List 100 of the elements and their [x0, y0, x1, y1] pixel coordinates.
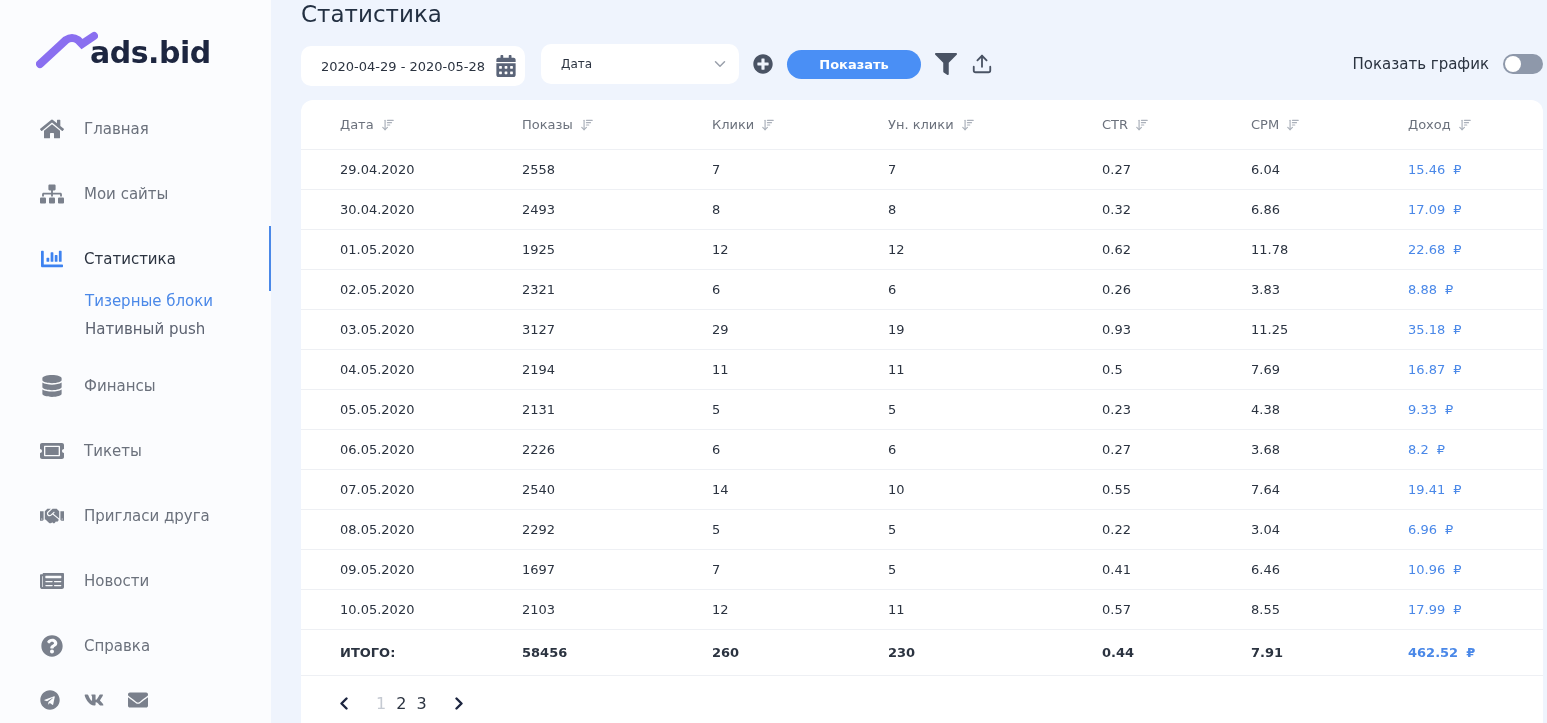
next-page-button[interactable] — [454, 697, 463, 710]
table-cell-text: 29 — [712, 322, 730, 337]
column-header[interactable]: Клики — [712, 117, 888, 132]
nav-label: Новости — [84, 571, 150, 590]
add-button[interactable] — [753, 54, 774, 74]
column-header[interactable]: Доход — [1408, 117, 1543, 132]
currency-sign: ₽ — [1453, 162, 1462, 177]
table-cell-text: 10 — [888, 482, 906, 497]
column-header[interactable]: Показы — [522, 117, 712, 132]
column-header[interactable]: CTR — [1102, 117, 1251, 132]
upload-button[interactable] — [971, 53, 994, 75]
table-cell-text: 2321 — [522, 282, 557, 297]
table-cell-text: 02.05.2020 — [340, 282, 416, 297]
table-cell-text: 7.69 — [1251, 362, 1281, 377]
submenu-item[interactable]: Нативный push — [85, 315, 271, 343]
table-cell-text: 19 — [888, 322, 906, 337]
chevron-left-icon — [340, 697, 348, 710]
nav-label: Статистика — [84, 249, 176, 268]
total-cell-text: 58456 — [522, 645, 569, 660]
column-header[interactable]: Ун. клики — [888, 117, 1102, 132]
calendar-icon — [495, 55, 518, 77]
table-cell-text: 5 — [888, 522, 898, 537]
sidebar-item[interactable]: Статистика — [0, 226, 271, 291]
income-value: 15.46 — [1408, 162, 1446, 177]
logo-text: ads.bid — [90, 35, 211, 70]
total-cell-text: ИТОГО: — [340, 645, 397, 660]
chart-toggle[interactable] — [1503, 54, 1543, 74]
page-link[interactable]: 3 — [416, 694, 427, 713]
table-cell-text: 07.05.2020 — [340, 482, 416, 497]
sidebar-item[interactable]: Тикеты — [0, 418, 271, 483]
table-cell-text: 3127 — [522, 322, 557, 337]
sort-icon — [379, 117, 396, 132]
table-cell-text: 2103 — [522, 602, 557, 617]
currency-sign: ₽ — [1436, 442, 1445, 457]
table-cell-text: 12 — [888, 242, 906, 257]
table-cell-text: 09.05.2020 — [340, 562, 416, 577]
sidebar-item[interactable]: Финансы — [0, 353, 271, 418]
income-value: 8.2 — [1408, 442, 1429, 457]
currency-sign: ₽ — [1444, 522, 1454, 537]
table-cell-text: 11.25 — [1251, 322, 1290, 337]
currency-sign: ₽ — [1453, 362, 1462, 377]
nav-label: Главная — [84, 119, 149, 138]
table-cell-text: 0.57 — [1102, 602, 1132, 617]
sort-icon — [1134, 117, 1151, 132]
total-cell-text: 260 — [712, 645, 741, 660]
income-value: 17.99 — [1408, 602, 1446, 617]
sidebar-item[interactable]: Главная — [0, 96, 271, 161]
table-cell-text: 1697 — [522, 562, 557, 577]
table-cell-text: 5 — [888, 562, 898, 577]
sort-icon — [1456, 117, 1473, 132]
sidebar-item[interactable]: Новости — [0, 548, 271, 613]
chevron-right-icon — [454, 697, 463, 710]
table-cell-text: 2131 — [522, 402, 557, 417]
income-value: 9.33 — [1408, 402, 1437, 417]
currency-sign: ₽ — [1444, 282, 1454, 297]
column-header[interactable]: Дата — [340, 117, 522, 132]
date-range-field[interactable]: 2020-04-29 - 2020-05-28 — [301, 46, 526, 86]
table-cell-text: 7 — [888, 162, 898, 177]
table-cell-text: 4.38 — [1251, 402, 1281, 417]
nav-label: Мои сайты — [84, 184, 169, 203]
table-cell-text: 8 — [888, 202, 898, 217]
mail-icon[interactable] — [128, 690, 148, 710]
table-cell-text: 7 — [712, 162, 722, 177]
toggle-label: Показать график — [1352, 55, 1489, 73]
sidebar-item[interactable]: Справка — [0, 613, 271, 678]
total-cell-text: 0.44 — [1102, 645, 1136, 660]
show-button[interactable]: Показать — [787, 49, 922, 79]
table-cell-text: 2292 — [522, 522, 557, 537]
page-link[interactable]: 2 — [396, 694, 407, 713]
page-title: Статистика — [301, 0, 443, 28]
sidebar-item[interactable]: Мои сайты — [0, 161, 271, 226]
previous-page-button[interactable] — [340, 697, 348, 710]
sort-icon — [578, 117, 595, 132]
income-value: 462.52 — [1408, 645, 1459, 660]
table-cell-text: 0.5 — [1102, 362, 1124, 377]
table-cell-text: 2540 — [522, 482, 557, 497]
table-cell-text: 10.05.2020 — [340, 602, 416, 617]
income-value: 35.18 — [1408, 322, 1446, 337]
group-select[interactable]: Дата — [541, 44, 740, 84]
telegram-icon[interactable] — [40, 690, 60, 710]
table-cell-text: 29.04.2020 — [340, 162, 416, 177]
sidebar-item[interactable]: Пригласи друга — [0, 483, 271, 548]
table-cell-text: 14 — [712, 482, 730, 497]
column-header[interactable]: CPM — [1251, 117, 1408, 132]
table-cell-text: 3.68 — [1251, 442, 1281, 457]
table-cell-text: 6.04 — [1251, 162, 1281, 177]
table-cell-text: 11 — [888, 362, 906, 377]
total-cell-text: 7.91 — [1251, 645, 1285, 660]
table-cell-text: 2493 — [522, 202, 557, 217]
sitemap-icon — [40, 182, 64, 205]
question-icon — [40, 634, 64, 657]
table-cell-text: 03.05.2020 — [340, 322, 416, 337]
currency-sign: ₽ — [1444, 402, 1454, 417]
table-cell-text: 2194 — [522, 362, 557, 377]
filter-button[interactable] — [935, 53, 958, 75]
income-value: 17.09 — [1408, 202, 1446, 217]
table-cell-text: 5 — [888, 402, 898, 417]
sort-icon — [1285, 117, 1302, 132]
income-value: 8.88 — [1408, 282, 1437, 297]
home-icon — [40, 117, 64, 140]
